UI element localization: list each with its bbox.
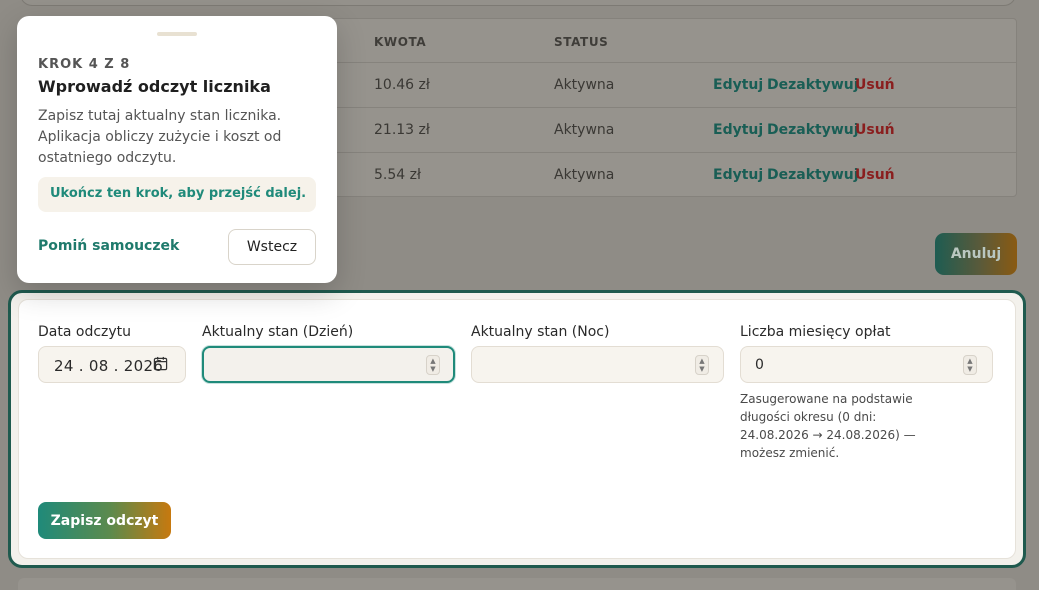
date-value: 24 . 08 . 2026 [54,357,164,375]
save-reading-button[interactable]: Zapisz odczyt [38,502,171,539]
day-stepper-icon[interactable]: ▲ ▼ [426,355,440,375]
day-reading-input[interactable] [202,346,455,383]
deactivate-link[interactable]: Dezaktywuj [767,122,859,138]
cancel-button[interactable]: Anuluj [935,233,1017,275]
row-amount: 5.54 zł [374,167,421,183]
calendar-icon[interactable] [153,356,168,371]
back-button[interactable]: Wstecz [228,229,316,265]
delete-link[interactable]: Usuń [855,122,895,138]
delete-link[interactable]: Usuń [855,167,895,183]
date-label: Data odczytu [38,324,132,340]
row-amount: 21.13 zł [374,122,430,138]
column-header-amount: KWOTA [374,35,427,49]
night-reading-input[interactable] [471,346,724,383]
edit-link[interactable]: Edytuj [713,122,763,138]
column-header-status: STATUS [554,35,609,49]
deactivate-link[interactable]: Dezaktywuj [767,167,859,183]
deactivate-link[interactable]: Dezaktywuj [767,77,859,93]
months-label: Liczba miesięcy opłat [740,324,891,340]
months-input[interactable] [740,346,993,383]
tour-description: Zapisz tutaj aktualny stan licznika. Apl… [38,108,282,166]
row-status: Aktywna [554,122,615,138]
skip-tour-link[interactable]: Pomiń samouczek [38,238,179,254]
edit-link[interactable]: Edytuj [713,77,763,93]
row-status: Aktywna [554,77,615,93]
day-reading-label: Aktualny stan (Dzień) [202,324,354,340]
tour-step-counter: KROK 4 Z 8 [38,57,131,72]
months-stepper-icon[interactable]: ▲ ▼ [963,355,977,375]
drag-handle[interactable] [157,32,197,36]
row-amount: 10.46 zł [374,77,430,93]
night-stepper-icon[interactable]: ▲ ▼ [695,355,709,375]
edit-link[interactable]: Edytuj [713,167,763,183]
tour-popover: KROK 4 Z 8 Wprowadź odczyt licznika Zapi… [17,16,337,283]
tour-notice: Ukończ ten krok, aby przejść dalej. [38,177,316,212]
row-status: Aktywna [554,167,615,183]
delete-link[interactable]: Usuń [855,77,895,93]
top-card-edge [20,0,1016,6]
next-card-edge [18,578,1016,590]
tour-title: Wprowadź odczyt licznika [38,77,271,96]
months-hint: Zasugerowane na podstawie długości okres… [740,392,916,460]
night-reading-label: Aktualny stan (Noc) [471,324,610,340]
